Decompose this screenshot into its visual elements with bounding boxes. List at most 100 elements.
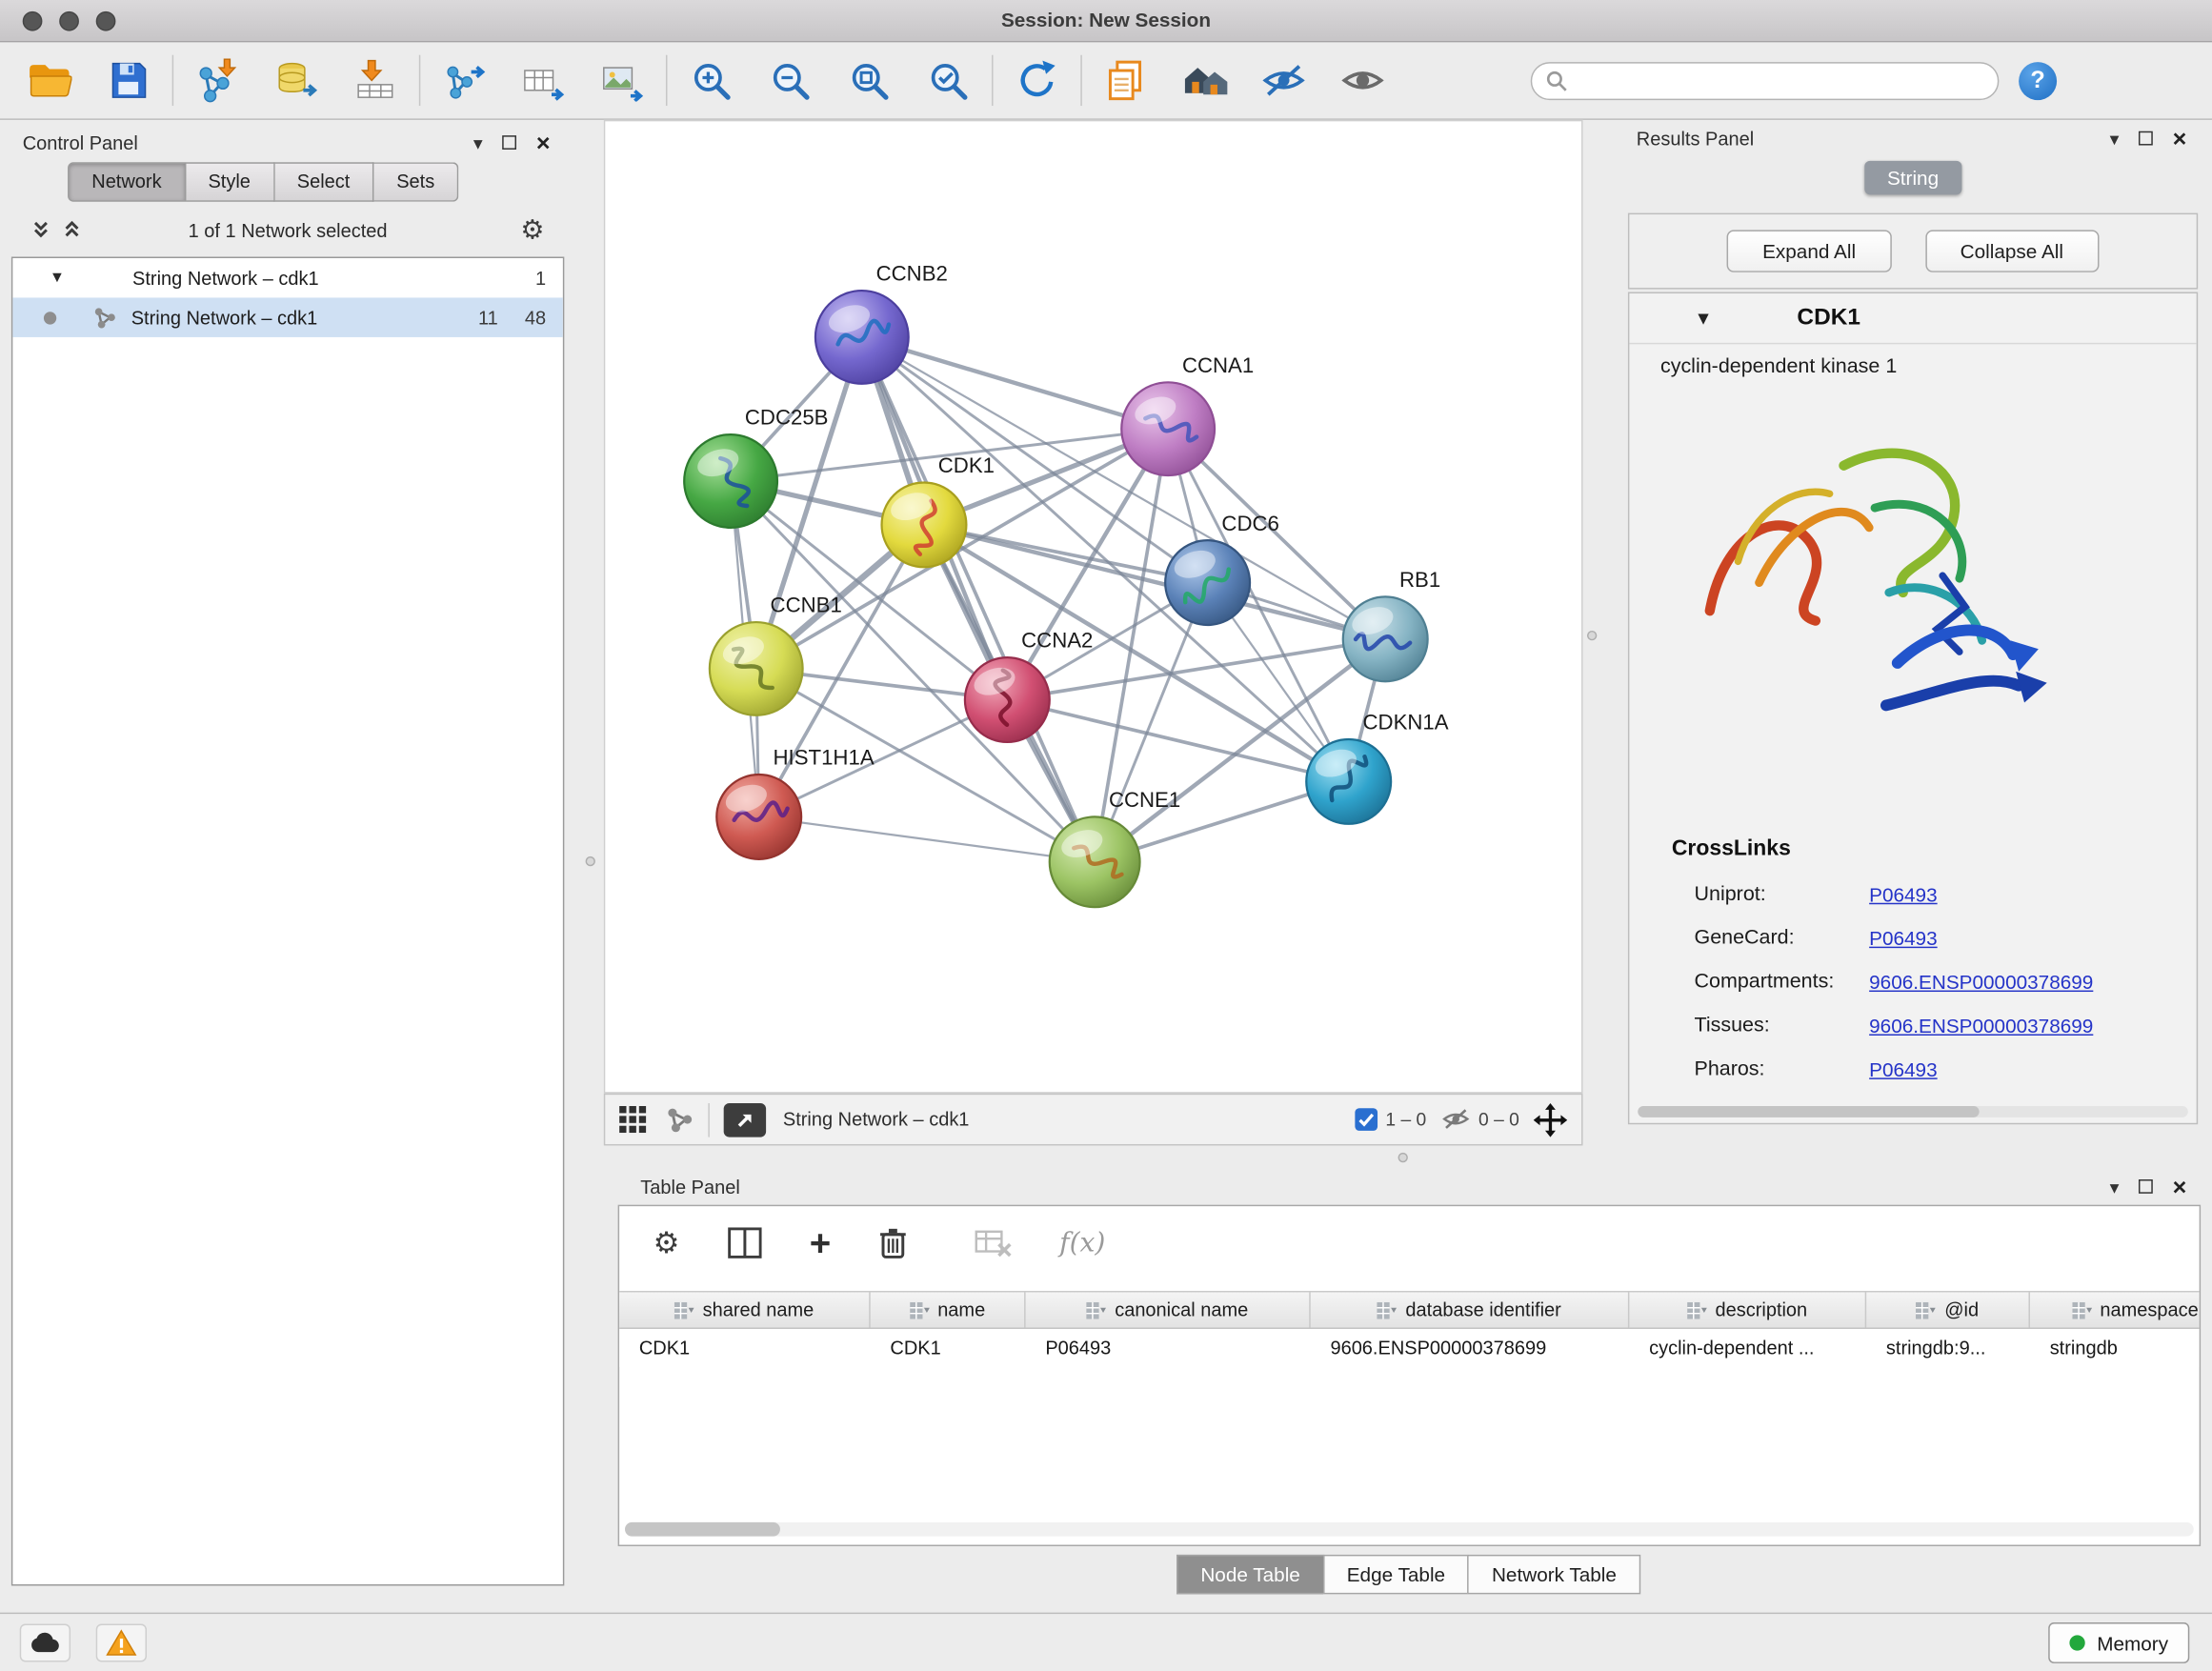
copy-document-button[interactable]: [1094, 48, 1158, 112]
export-table-button[interactable]: [511, 48, 575, 112]
import-table-button[interactable]: [343, 48, 408, 112]
selected-checkbox-icon[interactable]: [1355, 1107, 1378, 1131]
tree-expand-icon[interactable]: ▼: [50, 270, 65, 287]
crosslink-link-compartments[interactable]: 9606.ENSP00000378699: [1869, 970, 2093, 993]
column-header-canonical-name[interactable]: canonical name: [1026, 1292, 1311, 1327]
tab-network[interactable]: Network: [68, 162, 186, 201]
network-edge-CCNB2-CCNE1[interactable]: [862, 337, 1095, 862]
gene-section-header[interactable]: ▼ CDK1: [1629, 293, 2196, 344]
selected-count: 1 – 0: [1385, 1109, 1426, 1130]
network-node-CCNB2[interactable]: CCNB2: [815, 262, 948, 384]
tab-style[interactable]: Style: [186, 162, 274, 201]
network-node-HIST1H1A[interactable]: HIST1H1A: [716, 746, 875, 859]
table-close-icon[interactable]: ×: [2173, 1175, 2187, 1198]
bottom-splitter-handle[interactable]: [1398, 1153, 1408, 1162]
column-header-description[interactable]: description: [1629, 1292, 1866, 1327]
toolbar-search[interactable]: [1531, 61, 2000, 99]
save-session-button[interactable]: [96, 48, 161, 112]
zoom-out-button[interactable]: [757, 48, 822, 112]
warnings-button[interactable]: [96, 1623, 147, 1661]
table-settings-gear-icon[interactable]: ⚙: [654, 1225, 680, 1260]
hide-elements-button[interactable]: [1252, 48, 1317, 112]
grid-view-icon[interactable]: [619, 1106, 646, 1133]
table-float-icon[interactable]: [2139, 1179, 2153, 1194]
export-image-button[interactable]: [590, 48, 654, 112]
export-network-button[interactable]: [432, 48, 496, 112]
right-splitter-handle[interactable]: [1587, 631, 1597, 640]
network-edge-HIST1H1A-CCNE1[interactable]: [759, 816, 1095, 861]
column-header-name[interactable]: name: [871, 1292, 1026, 1327]
network-icon: [93, 306, 117, 329]
panel-menu-icon[interactable]: ▾: [473, 133, 483, 151]
network-edge-CDK1-RB1[interactable]: [924, 525, 1385, 639]
network-node-CCNB1[interactable]: CCNB1: [710, 594, 842, 715]
network-edge-CCNA2-CDKN1A[interactable]: [1007, 700, 1348, 782]
collapse-all-button[interactable]: Collapse All: [1925, 230, 2099, 272]
network-row-selected[interactable]: String Network – cdk1 11 48: [12, 297, 563, 336]
table-hscroll-thumb[interactable]: [625, 1522, 780, 1537]
import-network-file-button[interactable]: [185, 48, 250, 112]
zoom-in-button[interactable]: [678, 48, 743, 112]
results-hscroll-thumb[interactable]: [1638, 1106, 1979, 1117]
left-splitter-handle[interactable]: [586, 856, 595, 866]
network-view-canvas[interactable]: CCNB2CCNA1CDC25BCDK1CDC6RB1CCNB1CCNA2CDK…: [604, 120, 1583, 1094]
tab-network-table[interactable]: Network Table: [1468, 1555, 1640, 1594]
network-options-gear-icon[interactable]: ⚙: [520, 213, 544, 246]
table-menu-icon[interactable]: ▾: [2110, 1178, 2120, 1196]
panel-float-icon[interactable]: [502, 135, 516, 150]
table-cell: P06493: [1026, 1329, 1311, 1367]
cloud-status-button[interactable]: [20, 1623, 70, 1661]
crosslink-link-genecard[interactable]: P06493: [1869, 926, 1937, 949]
results-panel-header: Results Panel ▾ ×: [1625, 120, 2201, 157]
gene-collapse-icon[interactable]: ▼: [1695, 308, 1713, 329]
tab-edge-table[interactable]: Edge Table: [1323, 1555, 1470, 1594]
search-input[interactable]: [1576, 70, 1983, 91]
open-session-button[interactable]: [17, 48, 82, 112]
tab-select[interactable]: Select: [274, 162, 373, 201]
results-menu-icon[interactable]: ▾: [2110, 129, 2120, 147]
crosslink-link-pharos[interactable]: P06493: [1869, 1057, 1937, 1080]
network-node-CDKN1A[interactable]: CDKN1A: [1306, 711, 1448, 824]
memory-button[interactable]: Memory: [2049, 1622, 2189, 1663]
column-header-database-identifier[interactable]: database identifier: [1311, 1292, 1630, 1327]
results-float-icon[interactable]: [2139, 131, 2153, 146]
column-header-namespace[interactable]: namespace: [2030, 1292, 2201, 1327]
node-label-CDC25B: CDC25B: [745, 406, 829, 430]
expand-all-icon[interactable]: [31, 220, 51, 240]
panel-close-icon[interactable]: ×: [536, 131, 551, 154]
network-node-CDK1[interactable]: CDK1: [882, 453, 995, 567]
refresh-button[interactable]: [1004, 48, 1069, 112]
network-node-CCNA1[interactable]: CCNA1: [1121, 353, 1254, 475]
string-home-button[interactable]: [1173, 48, 1237, 112]
import-network-database-button[interactable]: [264, 48, 329, 112]
table-row[interactable]: CDK1CDK1P064939606.ENSP00000378699cyclin…: [619, 1329, 2200, 1367]
function-builder-icon[interactable]: f(x): [1059, 1227, 1105, 1258]
network-thumbnail-icon[interactable]: [666, 1106, 694, 1133]
column-header-shared-name[interactable]: shared name: [619, 1292, 871, 1327]
show-elements-button[interactable]: [1330, 48, 1395, 112]
tab-node-table[interactable]: Node Table: [1176, 1555, 1324, 1594]
network-node-RB1[interactable]: RB1: [1343, 568, 1440, 681]
network-edge-CCNB2-CCNA1[interactable]: [862, 337, 1168, 429]
crosslink-link-tissues[interactable]: 9606.ENSP00000378699: [1869, 1014, 2093, 1037]
results-hscrollbar[interactable]: [1638, 1106, 2188, 1117]
column-header-@id[interactable]: @id: [1866, 1292, 2030, 1327]
expand-all-button[interactable]: Expand All: [1727, 230, 1891, 272]
pan-move-icon[interactable]: [1534, 1102, 1568, 1137]
string-tab-badge[interactable]: String: [1864, 161, 1961, 195]
crosslink-link-uniprot[interactable]: P06493: [1869, 882, 1937, 905]
network-collection-row[interactable]: ▼ String Network – cdk1 1: [12, 258, 563, 297]
delete-column-trash-icon[interactable]: [879, 1226, 908, 1260]
results-close-icon[interactable]: ×: [2173, 127, 2187, 151]
collapse-all-icon[interactable]: [62, 220, 82, 240]
tab-sets[interactable]: Sets: [374, 162, 459, 201]
add-column-icon[interactable]: +: [810, 1224, 831, 1261]
zoom-fit-button[interactable]: [836, 48, 901, 112]
network-node-count: 11: [478, 307, 498, 328]
zoom-selected-button[interactable]: [915, 48, 980, 112]
open-in-new-window-button[interactable]: [724, 1102, 766, 1137]
hidden-eye-slash-icon[interactable]: [1440, 1107, 1472, 1131]
table-hscrollbar[interactable]: [625, 1522, 2194, 1537]
show-columns-icon[interactable]: [728, 1227, 762, 1258]
help-button[interactable]: ?: [2019, 61, 2057, 99]
